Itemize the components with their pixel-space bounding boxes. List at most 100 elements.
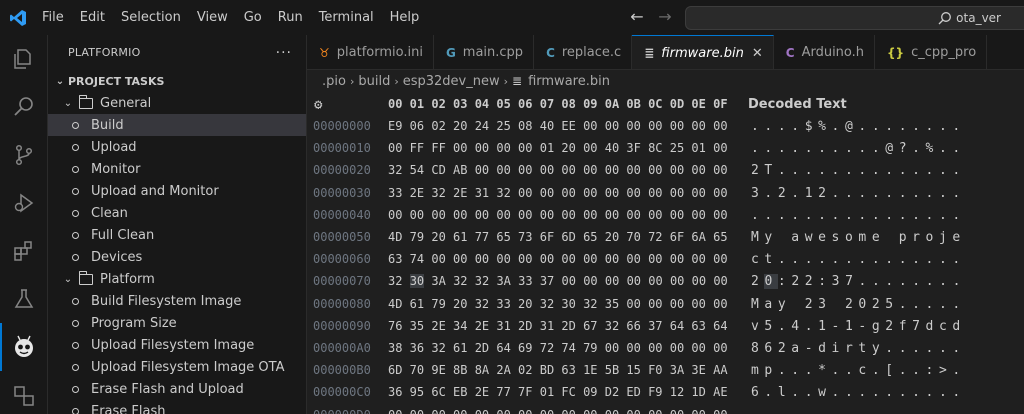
close-icon[interactable]: ✕ [752,46,763,61]
menu-item-edit[interactable]: Edit [72,0,113,35]
menu-item-terminal[interactable]: Terminal [311,0,382,35]
explorer-icon[interactable] [0,35,48,83]
hex-row[interactable]: 00000070 32 30 3A 32 32 3A 33 37 00 00 00… [307,271,1024,293]
hex-bytes[interactable]: 00 00 00 00 00 00 00 00 00 00 00 00 00 0… [388,208,728,222]
task-item[interactable]: Build [48,114,306,136]
hex-bytes[interactable]: 4D 79 20 61 77 65 73 6F 6D 65 20 70 72 6… [388,230,728,244]
tab-replace-c[interactable]: Creplace.c [534,35,633,69]
hex-row[interactable]: 00000000 E9 06 02 20 24 25 08 40 EE 00 00… [307,116,1024,138]
decoded-text[interactable]: 862a-dirty...... [751,341,966,356]
tab-firmware-bin[interactable]: ≣ firmware.bin ✕ [632,35,774,69]
more-actions-icon[interactable]: ··· [276,45,292,61]
tab-label: replace.c [561,45,622,60]
decoded-text[interactable]: ................ [751,408,966,414]
platformio-icon[interactable] [0,323,48,371]
task-group-platform[interactable]: ⌄ Platform [48,268,306,290]
tab-platformio-ini[interactable]: ♉ platformio.ini [307,35,434,69]
decoded-text[interactable]: 6.l..w.......... [751,385,966,400]
tab-main-cpp[interactable]: Gmain.cpp [434,35,535,69]
decoded-text[interactable]: 2T.............. [751,163,966,178]
decoded-text[interactable]: May 23 2025..... [751,297,966,312]
hex-bytes[interactable]: 63 74 00 00 00 00 00 00 00 00 00 00 00 0… [388,252,728,266]
hex-row[interactable]: 000000B0 6D 70 9E 8B 8A 2A 02 BD 63 1E 5B… [307,360,1024,382]
project-tasks-section[interactable]: ⌄ PROJECT TASKS [48,70,306,92]
task-circle-icon [72,231,79,239]
extensions-icon[interactable] [0,227,48,275]
hex-editor[interactable]: ⚙ 00 01 02 03 04 05 06 07 08 09 0A 0B 0C… [307,92,1024,414]
task-item[interactable]: Monitor [48,158,306,180]
run-debug-icon[interactable] [0,179,48,227]
task-item[interactable]: Upload and Monitor [48,180,306,202]
hex-row[interactable]: 00000050 4D 79 20 61 77 65 73 6F 6D 65 20… [307,227,1024,249]
testing-icon[interactable] [0,275,48,323]
task-item[interactable]: Clean [48,202,306,224]
task-item[interactable]: Devices [48,246,306,268]
hex-bytes[interactable]: E9 06 02 20 24 25 08 40 EE 00 00 00 00 0… [388,119,728,133]
task-group-general[interactable]: ⌄ General [48,92,306,114]
hex-bytes[interactable]: 36 95 6C EB 2E 77 7F 01 FC 09 D2 ED F9 1… [388,385,728,399]
breadcrumb-item[interactable]: .pio [322,74,346,89]
json-icon: {} [887,45,905,60]
sidebar-title: PLATFORMIO [68,46,141,59]
decoded-text[interactable]: ct.............. [751,252,966,267]
source-control-icon[interactable] [0,131,48,179]
task-item[interactable]: Upload Filesystem Image OTA [48,356,306,378]
decoded-text[interactable]: v5.4.1-1-g2f7dcd [751,319,966,334]
hex-bytes[interactable]: 32 54 CD AB 00 00 00 00 00 00 00 00 00 0… [388,163,728,177]
hex-bytes[interactable]: 4D 61 79 20 32 33 20 32 30 32 35 00 00 0… [388,297,728,311]
forward-arrow-icon[interactable]: → [656,8,674,26]
hex-bytes[interactable]: 32 30 3A 32 32 3A 33 37 00 00 00 00 00 0… [388,274,728,289]
task-item[interactable]: Erase Flash [48,400,306,414]
hex-bytes[interactable]: 76 35 2E 34 2E 31 2D 31 2D 67 32 66 37 6… [388,319,728,333]
decoded-text[interactable]: 20:22:37........ [751,274,966,290]
remote-explorer-icon[interactable] [0,371,48,414]
search-icon[interactable] [0,83,48,131]
hex-bytes[interactable]: 38 36 32 61 2D 64 69 72 74 79 00 00 00 0… [388,341,728,355]
menu-item-help[interactable]: Help [382,0,428,35]
decoded-text[interactable]: ..........@?.%.. [751,141,966,156]
task-circle-icon [72,385,79,393]
hex-address: 00000080 [313,296,371,311]
hex-row[interactable]: 000000C0 36 95 6C EB 2E 77 7F 01 FC 09 D2… [307,382,1024,404]
hex-row[interactable]: 00000040 00 00 00 00 00 00 00 00 00 00 00… [307,205,1024,227]
decoded-text[interactable]: mp...*..c.[..:>. [751,363,966,378]
hex-row[interactable]: 00000020 32 54 CD AB 00 00 00 00 00 00 00… [307,160,1024,182]
menu-item-view[interactable]: View [189,0,236,35]
hex-row[interactable]: 00000060 63 74 00 00 00 00 00 00 00 00 00… [307,249,1024,271]
menu-item-go[interactable]: Go [236,0,270,35]
hex-row[interactable]: 000000A0 38 36 32 61 2D 64 69 72 74 79 00… [307,338,1024,360]
decoded-text[interactable]: ....$%.@........ [751,119,966,134]
task-item[interactable]: Upload [48,136,306,158]
tab-arduino-h[interactable]: C Arduino.h [774,35,876,69]
task-item-label: Full Clean [91,227,155,243]
task-item[interactable]: Upload Filesystem Image [48,334,306,356]
task-item[interactable]: Program Size [48,312,306,334]
task-item[interactable]: Full Clean [48,224,306,246]
hex-bytes[interactable]: 33 2E 32 2E 31 32 00 00 00 00 00 00 00 0… [388,186,728,200]
hex-row[interactable]: 00000030 33 2E 32 2E 31 32 00 00 00 00 00… [307,183,1024,205]
hex-row[interactable]: 00000080 4D 61 79 20 32 33 20 32 30 32 35… [307,294,1024,316]
task-item[interactable]: Erase Flash and Upload [48,378,306,400]
hex-row[interactable]: 00000090 76 35 2E 34 2E 31 2D 31 2D 67 32… [307,316,1024,338]
tab-c-cpp-pro[interactable]: {} c_cpp_pro [875,35,988,69]
command-center[interactable]: ota_ver [685,6,1024,30]
task-item-label: Upload and Monitor [91,183,219,199]
decoded-text[interactable]: ................ [751,208,966,223]
hex-bytes[interactable]: 00 00 00 00 00 00 00 00 00 00 00 00 00 0… [388,408,728,414]
hex-row[interactable]: 00000010 00 FF FF 00 00 00 00 01 20 00 40… [307,138,1024,160]
gear-icon[interactable]: ⚙ [314,97,322,113]
decoded-text[interactable]: 3.2.12.......... [751,186,966,201]
breadcrumb-item[interactable]: esp32dev_new [403,74,500,89]
task-item[interactable]: Build Filesystem Image [48,290,306,312]
menu-item-run[interactable]: Run [270,0,311,35]
back-arrow-icon[interactable]: ← [628,8,646,26]
hex-row[interactable]: 000000D0 00 00 00 00 00 00 00 00 00 00 00… [307,405,1024,414]
hex-header: ⚙ 00 01 02 03 04 05 06 07 08 09 0A 0B 0C… [307,94,1024,116]
breadcrumb-item[interactable]: firmware.bin [528,74,610,89]
hex-bytes[interactable]: 6D 70 9E 8B 8A 2A 02 BD 63 1E 5B 15 F0 3… [388,363,728,377]
hex-bytes[interactable]: 00 FF FF 00 00 00 00 01 20 00 40 3F 8C 2… [388,141,728,155]
decoded-text[interactable]: My awesome proje [751,230,966,245]
menu-item-file[interactable]: File [36,0,72,35]
menu-item-selection[interactable]: Selection [113,0,189,35]
breadcrumb-item[interactable]: build [358,74,390,89]
